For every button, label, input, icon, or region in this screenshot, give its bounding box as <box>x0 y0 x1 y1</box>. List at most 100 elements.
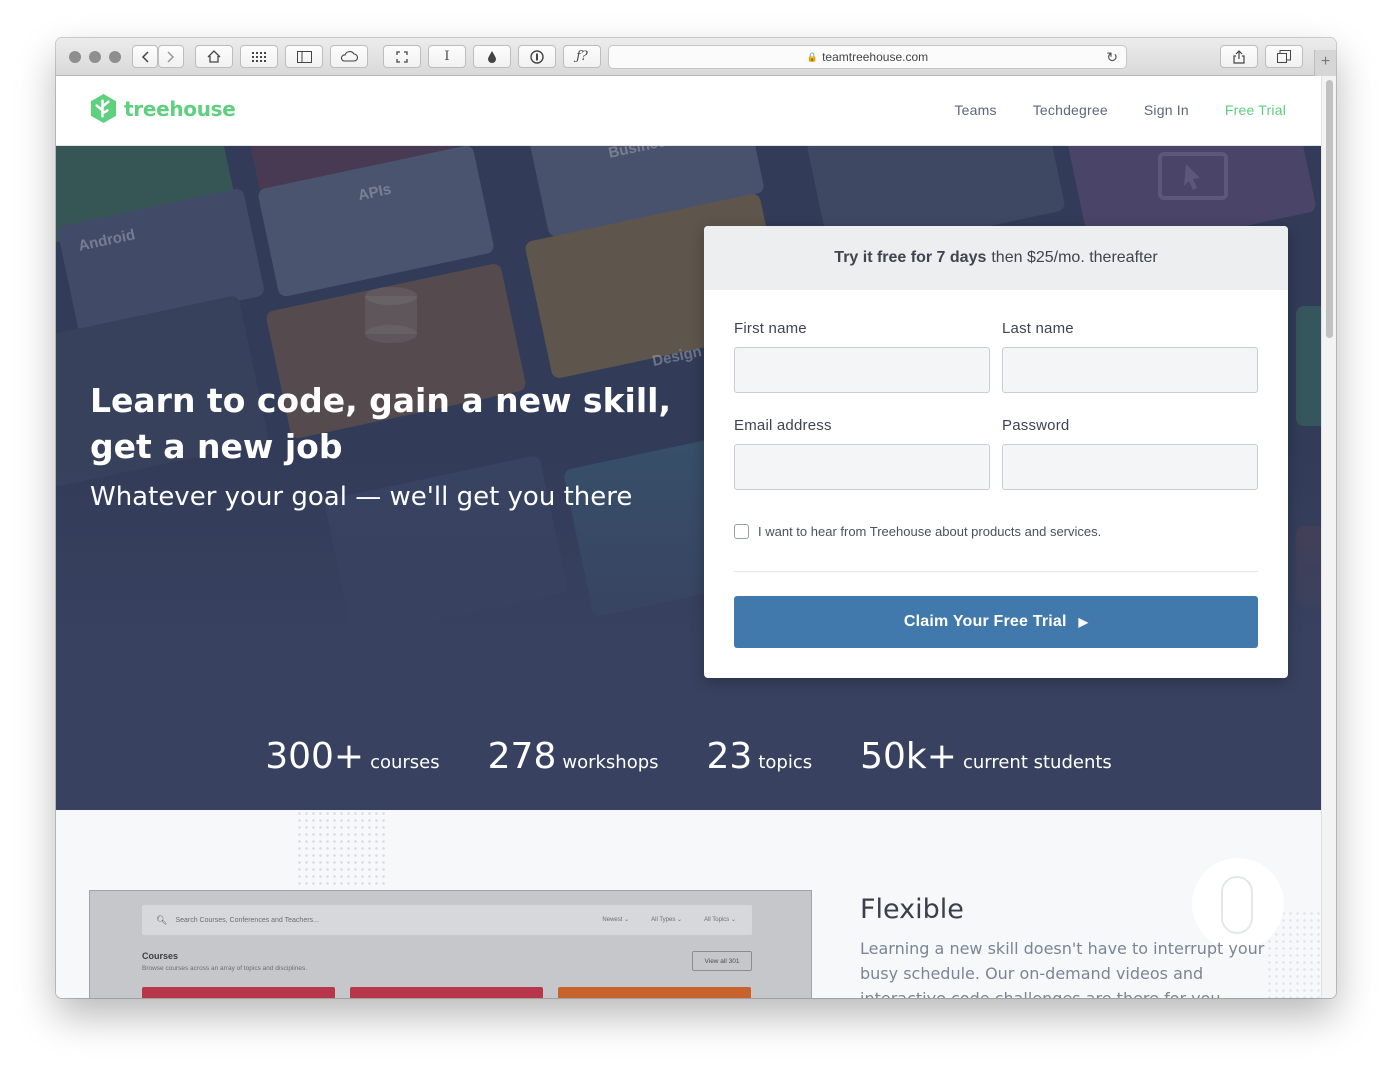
dot-pattern <box>296 810 386 886</box>
trial-offer-bold: Try it free for 7 days <box>834 249 987 266</box>
font-finder-icon: ƒ? <box>576 49 588 64</box>
preview-filters: Newest ⌄ All Types ⌄ All Topics ⌄ <box>602 916 736 923</box>
back-button[interactable] <box>132 45 158 68</box>
cloud-icon <box>340 51 358 62</box>
hero-headline: Learn to code, gain a new skill, get a n… <box>90 381 671 466</box>
free-trial-form: Try it free for 7 days then $25/mo. ther… <box>704 226 1288 678</box>
stat-number: 50k+ <box>860 736 957 777</box>
grid-icon <box>252 51 266 62</box>
marketing-opt-in-checkbox[interactable] <box>734 524 749 539</box>
stat-number: 300+ <box>265 736 365 777</box>
search-icon: 🔍︎ <box>156 914 168 925</box>
last-name-input[interactable] <box>1002 347 1258 393</box>
zoom-window-button[interactable] <box>109 51 121 63</box>
features-section: 🔍︎ Search Courses, Conferences and Teach… <box>56 810 1321 998</box>
minimize-window-button[interactable] <box>89 51 101 63</box>
home-icon <box>207 50 221 63</box>
nav-free-trial[interactable]: Free Trial <box>1225 102 1286 118</box>
preview-course-card <box>142 987 335 998</box>
top-sites-button[interactable] <box>240 45 278 68</box>
page-scrollbar[interactable] <box>1321 76 1336 998</box>
stat-unit: courses <box>370 752 440 773</box>
new-tab-button[interactable]: + <box>1314 50 1336 76</box>
stat-courses: 300+ courses <box>265 736 439 777</box>
password-input[interactable] <box>1002 444 1258 490</box>
address-bar[interactable]: 🔒 teamtreehouse.com ↻ <box>608 45 1127 69</box>
preview-filter: All Topics ⌄ <box>704 917 736 923</box>
preview-course-card <box>558 987 751 998</box>
feature-title: Flexible <box>860 894 964 925</box>
onepassword-icon <box>530 49 544 64</box>
preview-search-bar: 🔍︎ Search Courses, Conferences and Teach… <box>142 905 752 935</box>
stat-students: 50k+ current students <box>860 736 1112 777</box>
nav-techdegree[interactable]: Techdegree <box>1033 102 1108 118</box>
form-divider <box>734 571 1258 572</box>
site-header: treehouse Teams Techdegree Sign In Free … <box>56 76 1321 146</box>
forward-button[interactable] <box>158 45 184 68</box>
share-button[interactable] <box>1220 45 1258 68</box>
reload-icon[interactable]: ↻ <box>1106 49 1118 66</box>
chevron-right-icon <box>167 50 175 63</box>
tabs-icon <box>1277 50 1291 63</box>
email-input[interactable] <box>734 444 990 490</box>
course-library-preview: 🔍︎ Search Courses, Conferences and Teach… <box>89 890 812 998</box>
play-icon: ▶ <box>1078 615 1089 629</box>
preview-view-all: View all 301 <box>692 951 752 971</box>
text-cursor-extension-button[interactable]: I <box>428 45 466 68</box>
stat-unit: workshops <box>562 752 659 773</box>
nav-teams[interactable]: Teams <box>954 102 996 118</box>
feature-body: Learning a new skill doesn't have to int… <box>860 939 1265 998</box>
claim-free-trial-button[interactable]: Claim Your Free Trial ▶ <box>734 596 1258 648</box>
share-icon <box>1233 49 1245 64</box>
password-label: Password <box>1002 417 1070 434</box>
logo-text: treehouse <box>124 96 236 121</box>
close-window-button[interactable] <box>69 51 81 63</box>
fullscreen-extension-button[interactable] <box>383 45 421 68</box>
preview-section-subtitle: Browse courses across an array of topics… <box>142 965 308 972</box>
stat-unit: current students <box>962 752 1112 773</box>
scrollbar-thumb[interactable] <box>1326 80 1333 338</box>
stat-number: 23 <box>706 736 753 777</box>
preview-section-title: Courses <box>142 951 179 961</box>
treehouse-logo[interactable]: treehouse <box>88 93 236 124</box>
first-name-label: First name <box>734 320 807 337</box>
drop-icon <box>488 51 496 63</box>
hero-section: Android APIs Business Design Learn to co… <box>56 146 1321 810</box>
home-button[interactable] <box>195 45 233 68</box>
preview-search-placeholder: Search Courses, Conferences and Teachers… <box>175 916 319 924</box>
sidebar-button[interactable] <box>285 45 323 68</box>
url-text: teamtreehouse.com <box>822 50 929 64</box>
icloud-tabs-button[interactable] <box>330 45 368 68</box>
last-name-label: Last name <box>1002 320 1074 337</box>
stat-number: 278 <box>487 736 557 777</box>
treehouse-logo-icon <box>90 93 117 124</box>
stat-workshops: 278 workshops <box>488 736 659 777</box>
drop-extension-button[interactable] <box>473 45 511 68</box>
browser-toolbar: I ƒ? 🔒 teamtreehouse.com ↻ + <box>56 38 1336 76</box>
stat-unit: topics <box>758 752 813 773</box>
main-nav: Teams Techdegree Sign In Free Trial <box>954 102 1286 118</box>
marketing-opt-in: I want to hear from Treehouse about prod… <box>734 524 1101 539</box>
browser-window: I ƒ? 🔒 teamtreehouse.com ↻ + treehouse T… <box>56 38 1336 998</box>
password-manager-button[interactable] <box>518 45 556 68</box>
lock-icon: 🔒 <box>806 51 819 62</box>
nav-sign-in[interactable]: Sign In <box>1144 102 1189 118</box>
claim-free-trial-label: Claim Your Free Trial <box>903 613 1067 630</box>
mouse-icon <box>1221 876 1253 934</box>
first-name-input[interactable] <box>734 347 990 393</box>
preview-course-card <box>350 987 543 998</box>
text-cursor-icon: I <box>444 49 450 64</box>
stats-bar: 300+ courses 278 workshops 23 topics 50k… <box>56 736 1321 777</box>
marketing-opt-in-label: I want to hear from Treehouse about prod… <box>758 524 1102 539</box>
expand-icon <box>396 50 408 63</box>
chevron-left-icon <box>141 50 149 63</box>
tab-overview-button[interactable] <box>1265 45 1303 68</box>
font-finder-button[interactable]: ƒ? <box>563 45 601 68</box>
hero-subhead: Whatever your goal — we'll get you there <box>90 482 633 512</box>
trial-offer-banner: Try it free for 7 days then $25/mo. ther… <box>704 226 1288 290</box>
preview-filter: Newest ⌄ <box>602 917 630 923</box>
trial-offer-price: then $25/mo. thereafter <box>991 249 1158 266</box>
sidebar-icon <box>296 50 312 63</box>
stat-topics: 23 topics <box>707 736 813 777</box>
preview-filter: All Types ⌄ <box>651 917 683 923</box>
